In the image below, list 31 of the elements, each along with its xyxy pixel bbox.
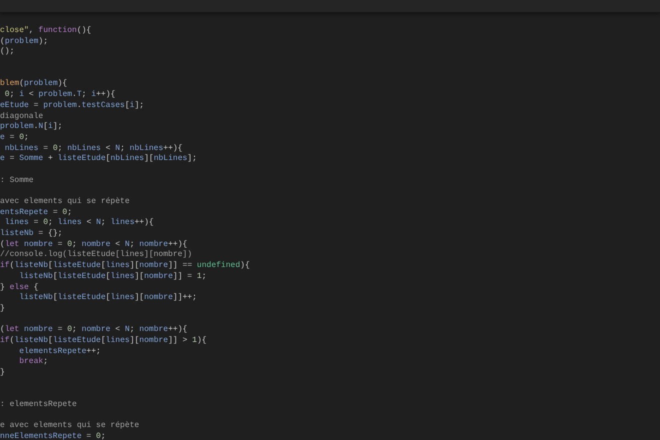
code-line: listeNb = {}; [0, 229, 62, 240]
code-line: close", function(){ [0, 26, 92, 37]
code-line: e avec elements qui se répète [0, 421, 140, 432]
code-line: if(listeNb[listeEtude[lines][nombre]] == undefined){ [0, 261, 250, 272]
code-line: nneElementsRepete = 0; [0, 432, 106, 440]
code-line: listeNb[listeEtude[lines][nombre]]++; [18, 293, 197, 304]
code-line: (problem); [0, 36, 48, 47]
code-line: } [0, 368, 5, 379]
code-line: (let nombre = 0; nombre < N; nombre++){ [0, 240, 188, 250]
code-line: nbLines = 0; nbLines < N; nbLines++){ [4, 144, 182, 154]
code-line: diagonale [0, 112, 44, 122]
code-line: e = Somme + listeEtude[nbLines][nbLines]; [0, 154, 197, 165]
code-line: problem.N[i]; [0, 122, 62, 133]
code-line: } [0, 304, 5, 315]
code-line: (let nombre = 0; nombre < N; nombre++){ [0, 325, 188, 336]
code-line: if(listeNb[listeEtude[lines][nombre]] > 1){ [0, 336, 207, 347]
code-line: break; [18, 357, 48, 368]
code-line: } else { [0, 282, 38, 293]
code-line: //console.log(listeEtude[lines][nombre]) [0, 250, 192, 261]
code-line: listeNb[listeEtude[lines][nombre]] = 1; [18, 272, 207, 283]
code-line: elementsRepete++; [18, 346, 101, 357]
code-line: e = 0; [0, 132, 29, 144]
code-line: lines = 0; lines < N; lines++){ [4, 218, 154, 229]
code-line: avec elements qui se répète [0, 197, 130, 208]
code-line: 0; i < problem.T; i++){ [4, 90, 116, 101]
code-line: : Somme [0, 176, 34, 186]
code-line: entsRepete = 0; [0, 208, 72, 218]
code-line: blem(problem){ [0, 79, 68, 90]
code-line: : elementsRepete [0, 400, 77, 411]
code-line: (); [0, 47, 14, 58]
code-line: eEtude = problem.testCases[i]; [0, 100, 144, 112]
